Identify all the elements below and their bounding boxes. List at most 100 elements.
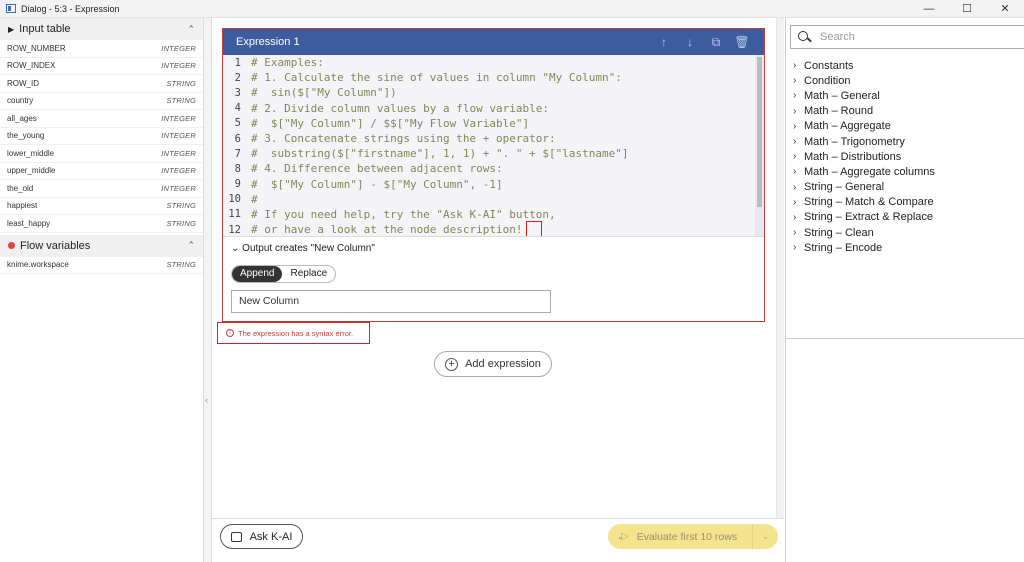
syntax-error-message: ! The expression has a syntax error.	[217, 322, 370, 344]
category-item[interactable]: › Math – Trigonometry	[793, 134, 935, 149]
panel-splitter[interactable]: ‹	[204, 18, 212, 562]
column-type: INTEGER	[161, 43, 196, 53]
category-item[interactable]: › Condition	[793, 73, 935, 88]
chevron-right-icon: ›	[793, 60, 797, 72]
category-item[interactable]: › String – Match & Compare	[793, 195, 935, 210]
category-item[interactable]: › Math – Distributions	[793, 149, 935, 164]
category-item[interactable]: › Math – General	[793, 88, 935, 103]
expression-header: Expression 1 ↑ ↓ ⧉ 🗑	[223, 29, 764, 55]
editor-scrollbar[interactable]	[755, 55, 764, 236]
delete-icon[interactable]: 🗑	[734, 35, 750, 50]
chevron-right-icon: ›	[793, 196, 797, 208]
line-number: 4	[234, 102, 241, 115]
code-text: # 2. Divide column values by a flow vari…	[251, 101, 550, 115]
ask-k-ai-button[interactable]: Ask K-AI	[220, 524, 303, 549]
category-label: Math – Trigonometry	[804, 135, 905, 148]
category-item[interactable]: › Constants	[793, 58, 935, 73]
search-icon	[798, 31, 810, 43]
category-item[interactable]: › Math – Aggregate	[793, 119, 935, 134]
chevron-up-icon[interactable]: ⌃	[187, 240, 195, 251]
maximize-button[interactable]: ☐	[948, 0, 986, 18]
category-item[interactable]: › String – General	[793, 180, 935, 195]
code-text: # 1. Calculate the sine of values in col…	[251, 71, 622, 85]
category-item[interactable]: › String – Extract & Replace	[793, 210, 935, 225]
append-replace-toggle[interactable]: Append Replace	[231, 265, 337, 283]
copy-icon[interactable]: ⧉	[708, 35, 724, 50]
line-number: 12	[228, 223, 241, 236]
column-name: happiest	[7, 201, 38, 211]
category-item[interactable]: › String – Encode	[793, 240, 935, 255]
center-scrollbar[interactable]	[776, 18, 784, 518]
code-line: 2 # 1. Calculate the sine of values in co…	[223, 70, 764, 85]
evaluate-button[interactable]: ▷ Evaluate first 10 rows ⌄	[608, 524, 778, 549]
code-line: 7 # substring($["firstname"], 1, 1) + ". …	[223, 146, 764, 161]
column-row[interactable]: the_old INTEGER	[0, 180, 203, 198]
column-type: STRING	[166, 78, 196, 88]
category-item[interactable]: › Math – Aggregate columns	[793, 164, 935, 179]
close-button[interactable]: ✕	[986, 0, 1024, 18]
code-text: # Examples:	[251, 56, 324, 70]
line-number: 5	[234, 117, 241, 130]
flow-variable-type: STRING	[166, 260, 196, 270]
window-title: Dialog - 5:3 - Expression	[21, 3, 120, 14]
column-row[interactable]: the_young INTEGER	[0, 128, 203, 145]
append-option[interactable]: Append	[232, 266, 283, 282]
category-item[interactable]: › String – Clean	[793, 225, 935, 240]
category-label: String – Extract & Replace	[804, 211, 934, 224]
chevron-up-icon[interactable]: ⌃	[187, 24, 195, 35]
flow-variables-header[interactable]: Flow variables ⌃	[0, 234, 203, 257]
column-row[interactable]: least_happy STRING	[0, 215, 203, 233]
category-label: String – Clean	[804, 226, 874, 239]
category-label: Constants	[804, 59, 854, 72]
column-row[interactable]: happiest STRING	[0, 198, 203, 215]
chevron-right-icon: ›	[793, 105, 797, 117]
column-row[interactable]: country STRING	[0, 93, 203, 110]
collapse-bottom-icon[interactable]: ⌄	[617, 532, 624, 541]
minimize-button[interactable]: —	[910, 0, 948, 18]
column-row[interactable]: upper_middle INTEGER	[0, 163, 203, 180]
divider	[786, 338, 1024, 339]
code-line: 10 #	[223, 192, 764, 207]
chevron-right-icon: ›	[793, 90, 797, 102]
add-expression-button[interactable]: + Add expression	[434, 351, 552, 377]
flow-variable-dot-icon	[8, 242, 15, 249]
ask-label: Ask K-AI	[249, 530, 293, 543]
column-name-input[interactable]: New Column	[231, 290, 551, 313]
line-number: 7	[234, 147, 241, 160]
column-type: STRING	[166, 96, 196, 106]
column-row[interactable]: all_ages INTEGER	[0, 110, 203, 128]
collapse-left-icon[interactable]: ‹	[205, 395, 208, 405]
column-type: STRING	[166, 201, 196, 211]
output-toggle[interactable]: ⌄ Output creates "New Column"	[231, 243, 375, 254]
column-name: ROW_INDEX	[7, 61, 56, 71]
column-name: ROW_NUMBER	[7, 43, 66, 53]
replace-option[interactable]: Replace	[282, 266, 335, 282]
input-table-title: Input table	[19, 23, 71, 35]
chevron-right-icon: ›	[793, 166, 797, 178]
add-expression-label: Add expression	[465, 358, 541, 370]
column-row[interactable]: ROW_ID STRING	[0, 75, 203, 93]
code-editor[interactable]: 1 # Examples: 2 # 1. Calculate the sine of …	[223, 55, 764, 236]
input-table-header[interactable]: ▶ Input table ⌃	[0, 18, 203, 40]
column-row[interactable]: lower_middle INTEGER	[0, 145, 203, 163]
move-up-icon[interactable]: ↑	[656, 35, 672, 50]
move-down-icon[interactable]: ↓	[682, 35, 698, 50]
code-line: 11 # If you need help, try the "Ask K-AI"…	[223, 207, 764, 222]
code-text: # $["My Column"] - $["My Column", -1]	[251, 177, 503, 191]
search-input[interactable]: Search	[820, 31, 855, 43]
code-line: 4 # 2. Divide column values by a flow var…	[223, 101, 764, 116]
flow-variable-row[interactable]: knime.workspace STRING	[0, 257, 203, 274]
line-number: 3	[234, 86, 241, 99]
category-item[interactable]: › Math – Round	[793, 104, 935, 119]
chevron-right-icon: ›	[793, 181, 797, 193]
title-bar: Dialog - 5:3 - Expression — ☐ ✕	[0, 0, 1024, 18]
evaluate-dropdown-icon[interactable]: ⌄	[752, 524, 778, 549]
column-row[interactable]: ROW_INDEX INTEGER	[0, 58, 203, 75]
search-box[interactable]: Search	[790, 25, 1024, 49]
column-row[interactable]: ROW_NUMBER INTEGER	[0, 40, 203, 58]
column-type: INTEGER	[161, 61, 196, 71]
line-number: 11	[228, 208, 241, 221]
cursor-highlight	[526, 221, 542, 236]
column-name: all_ages	[7, 113, 37, 123]
category-label: String – General	[804, 181, 885, 194]
